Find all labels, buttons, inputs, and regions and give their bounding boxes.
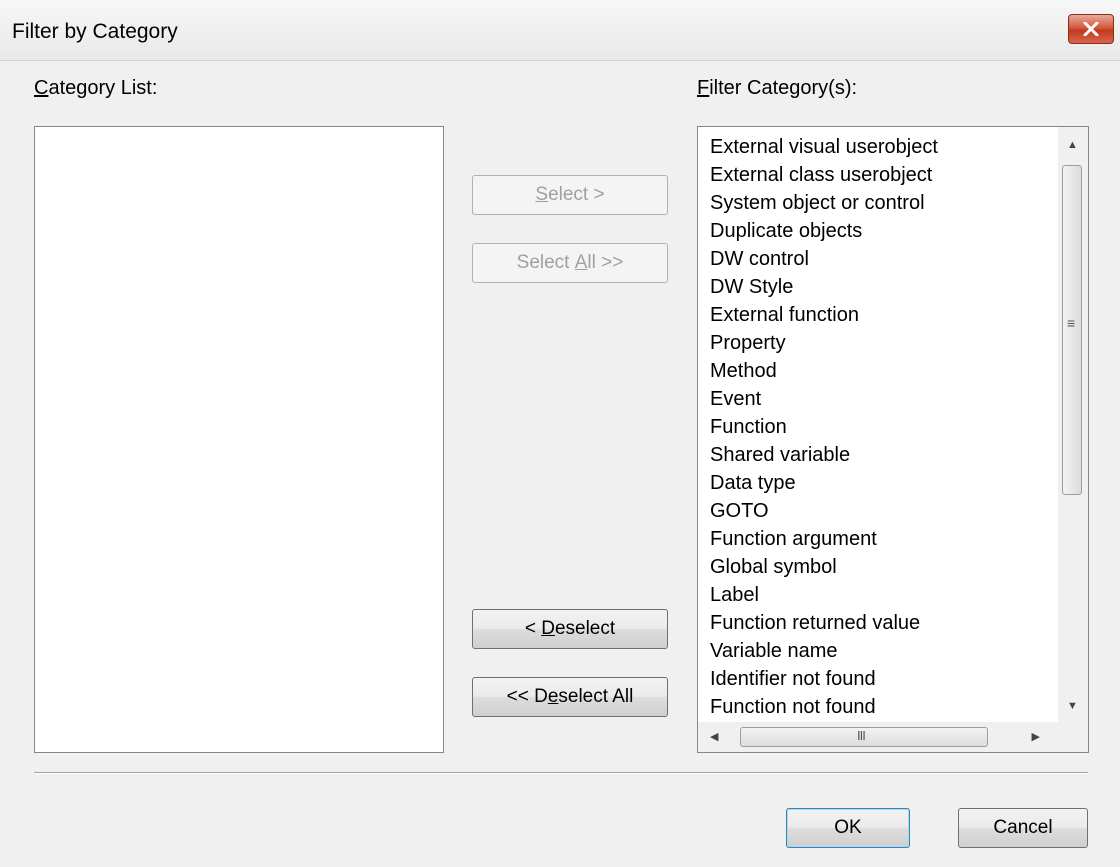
grip-icon: ≡	[1067, 315, 1076, 331]
list-item[interactable]: Function argument	[710, 525, 938, 553]
vertical-scroll-thumb[interactable]: ≡	[1062, 165, 1082, 495]
list-item[interactable]: Function not found	[710, 693, 938, 721]
select-all-button[interactable]: Select All >>	[472, 243, 668, 283]
list-item[interactable]: Data type	[710, 469, 938, 497]
cancel-button[interactable]: Cancel	[958, 808, 1088, 848]
horizontal-scrollbar[interactable]: ◀ III ▶	[698, 722, 1058, 752]
category-listbox[interactable]	[34, 126, 444, 753]
list-item[interactable]: DW control	[710, 245, 938, 273]
filter-categories-label: Filter Category(s):	[697, 77, 858, 99]
ok-button[interactable]: OK	[786, 808, 910, 848]
window-title: Filter by Category	[12, 20, 178, 43]
up-arrow-icon[interactable]: ▲	[1067, 139, 1078, 151]
list-item[interactable]: System object or control	[710, 189, 938, 217]
horizontal-scroll-thumb[interactable]: III	[740, 727, 988, 747]
list-item[interactable]: Function returned value	[710, 609, 938, 637]
select-button[interactable]: Select >	[472, 175, 668, 215]
scrollbar-corner	[1058, 722, 1088, 752]
list-item[interactable]: GOTO	[710, 497, 938, 525]
deselect-all-button[interactable]: << De select All	[472, 677, 668, 717]
grip-icon: III	[857, 728, 866, 743]
list-item[interactable]: Shared variable	[710, 441, 938, 469]
close-button[interactable]	[1068, 14, 1114, 44]
list-item[interactable]: DW Style	[710, 273, 938, 301]
down-arrow-icon[interactable]: ▼	[1067, 700, 1078, 712]
list-item[interactable]: Event	[710, 385, 938, 413]
divider	[34, 772, 1088, 774]
list-item[interactable]: Property	[710, 329, 938, 357]
right-arrow-icon[interactable]: ▶	[1032, 730, 1040, 743]
list-item[interactable]: Identifier not found	[710, 665, 938, 693]
list-item[interactable]: Function	[710, 413, 938, 441]
list-item[interactable]: External visual userobject	[710, 133, 938, 161]
category-list-label: Category List:	[34, 77, 158, 99]
list-item[interactable]: Global symbol	[710, 553, 938, 581]
close-icon	[1083, 22, 1099, 36]
left-arrow-icon[interactable]: ◀	[710, 730, 718, 743]
list-item[interactable]: Duplicate objects	[710, 217, 938, 245]
list-item[interactable]: Variable name	[710, 637, 938, 665]
vertical-scrollbar[interactable]: ▲ ≡ ▼	[1058, 127, 1088, 722]
filter-items: External visual userobject External class…	[710, 133, 938, 721]
list-item[interactable]: External function	[710, 301, 938, 329]
list-item[interactable]: Label	[710, 581, 938, 609]
deselect-button[interactable]: < Deselect	[472, 609, 668, 649]
list-item[interactable]: Method	[710, 357, 938, 385]
title-bar: Filter by Category	[0, 0, 1120, 61]
filter-category-listbox[interactable]: External visual userobject External class…	[697, 126, 1089, 753]
list-item[interactable]: External class userobject	[710, 161, 938, 189]
